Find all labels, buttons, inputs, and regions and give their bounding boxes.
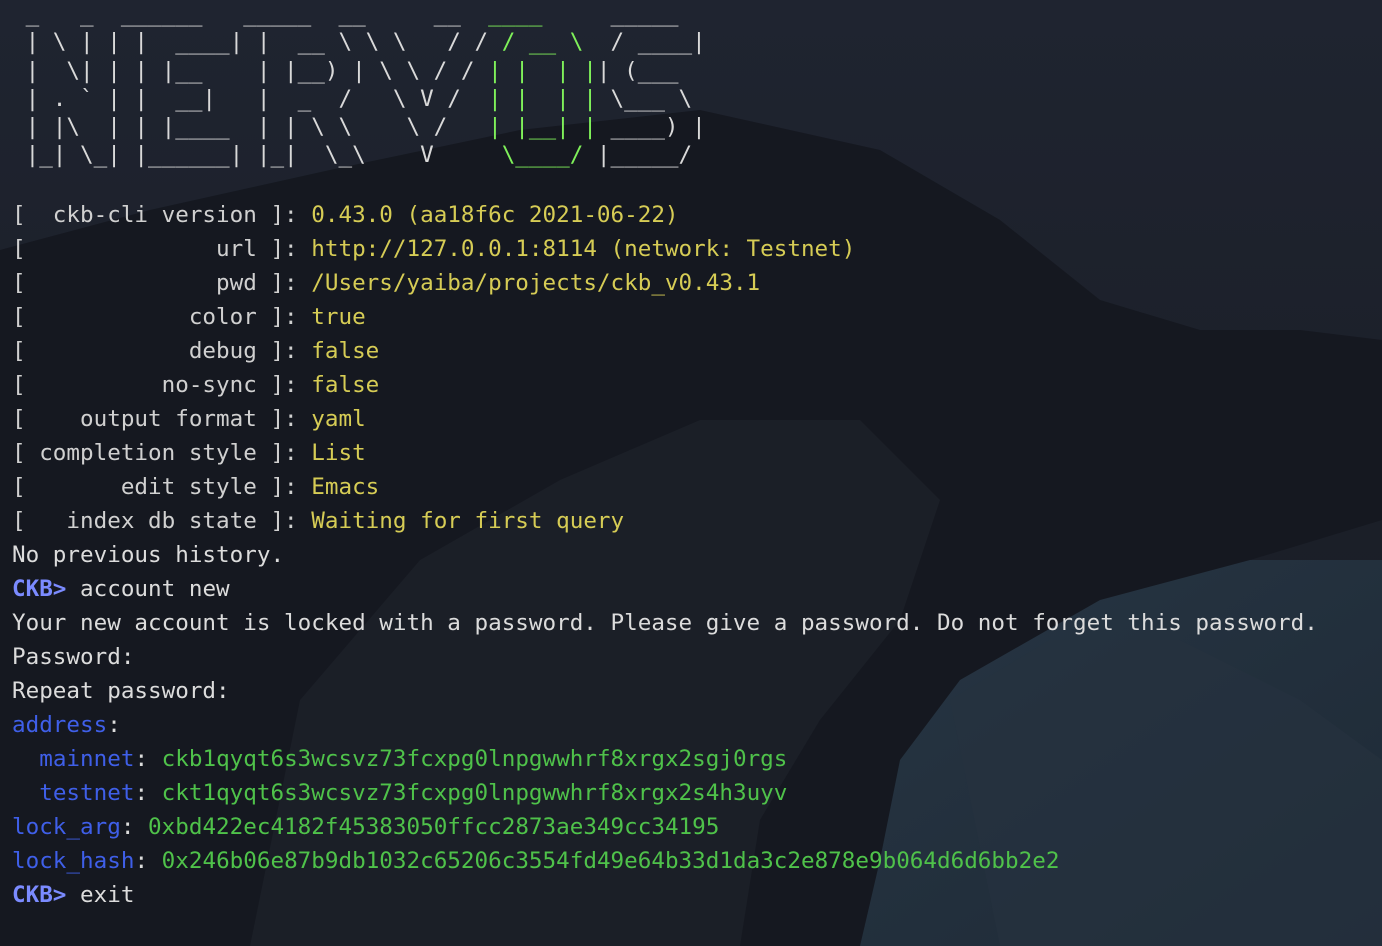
history-line: No previous history.: [12, 541, 285, 568]
banner-line: | \| | | |__ | |__) | \ \ / / | | | || (…: [12, 57, 706, 84]
banner-line: | |\ | | |____ | | \ \ \ / | |__| | ____…: [12, 114, 706, 141]
config-row-debug: [ debug ]: false: [12, 337, 380, 364]
address-row: address:: [12, 711, 121, 738]
lock-arg-row: lock_arg: 0xbd422ec4182f45383050ffcc2873…: [12, 813, 720, 840]
config-row-version: [ ckb-cli version ]: 0.43.0 (aa18f6c 202…: [12, 201, 679, 228]
banner-line: _ _ ______ _____ __ __ ____ _____: [12, 1, 693, 27]
config-row-edit-style: [ edit style ]: Emacs: [12, 473, 380, 500]
banner-line: |_| \_| |______| |_| \_\ V \____/ |_____…: [12, 142, 706, 169]
config-row-pwd: [ pwd ]: /Users/yaiba/projects/ckb_v0.43…: [12, 269, 761, 296]
config-row-output-format: [ output format ]: yaml: [12, 405, 366, 432]
config-row-index-db-state: [ index db state ]: Waiting for first qu…: [12, 507, 625, 534]
testnet-row: testnet: ckt1qyqt6s3wcsvz73fcxpg0lnpgwwh…: [39, 779, 788, 806]
command-text: account new: [66, 575, 230, 602]
config-row-url: [ url ]: http://127.0.0.1:8114 (network:…: [12, 235, 856, 262]
config-list: [ ckb-cli version ]: 0.43.0 (aa18f6c 202…: [12, 198, 1378, 538]
command-line-account-new: CKB> account new: [12, 572, 1378, 606]
prompt: CKB>: [12, 575, 67, 602]
mainnet-row: mainnet: ckb1qyqt6s3wcsvz73fcxpg0lnpgwwh…: [39, 745, 788, 772]
config-row-completion-style: [ completion style ]: List: [12, 439, 366, 466]
banner-line: | . ` | | __| | _ / \ V / | | | | \___ \: [12, 85, 706, 112]
account-output: address: mainnet: ckb1qyqt6s3wcsvz73fcxp…: [12, 708, 1378, 878]
command-line-exit: CKB> exit: [12, 878, 1378, 912]
nervos-ascii-banner: _ _ ______ _____ __ __ ____ _____ | \ | …: [12, 0, 1378, 170]
terminal-output[interactable]: _ _ ______ _____ __ __ ____ _____ | \ | …: [12, 0, 1378, 912]
password-label: Password:: [12, 643, 135, 670]
lock-hash-row: lock_hash: 0x246b06e87b9db1032c65206c355…: [12, 847, 1060, 874]
config-row-no-sync: [ no-sync ]: false: [12, 371, 380, 398]
prompt: CKB>: [12, 881, 67, 908]
password-notice: Your new account is locked with a passwo…: [12, 609, 1318, 636]
repeat-password-label: Repeat password:: [12, 677, 230, 704]
banner-line: | \ | | | ____| | __ \ \ \ / / / __ \ / …: [12, 29, 706, 56]
command-text: exit: [66, 881, 135, 908]
config-row-color: [ color ]: true: [12, 303, 366, 330]
